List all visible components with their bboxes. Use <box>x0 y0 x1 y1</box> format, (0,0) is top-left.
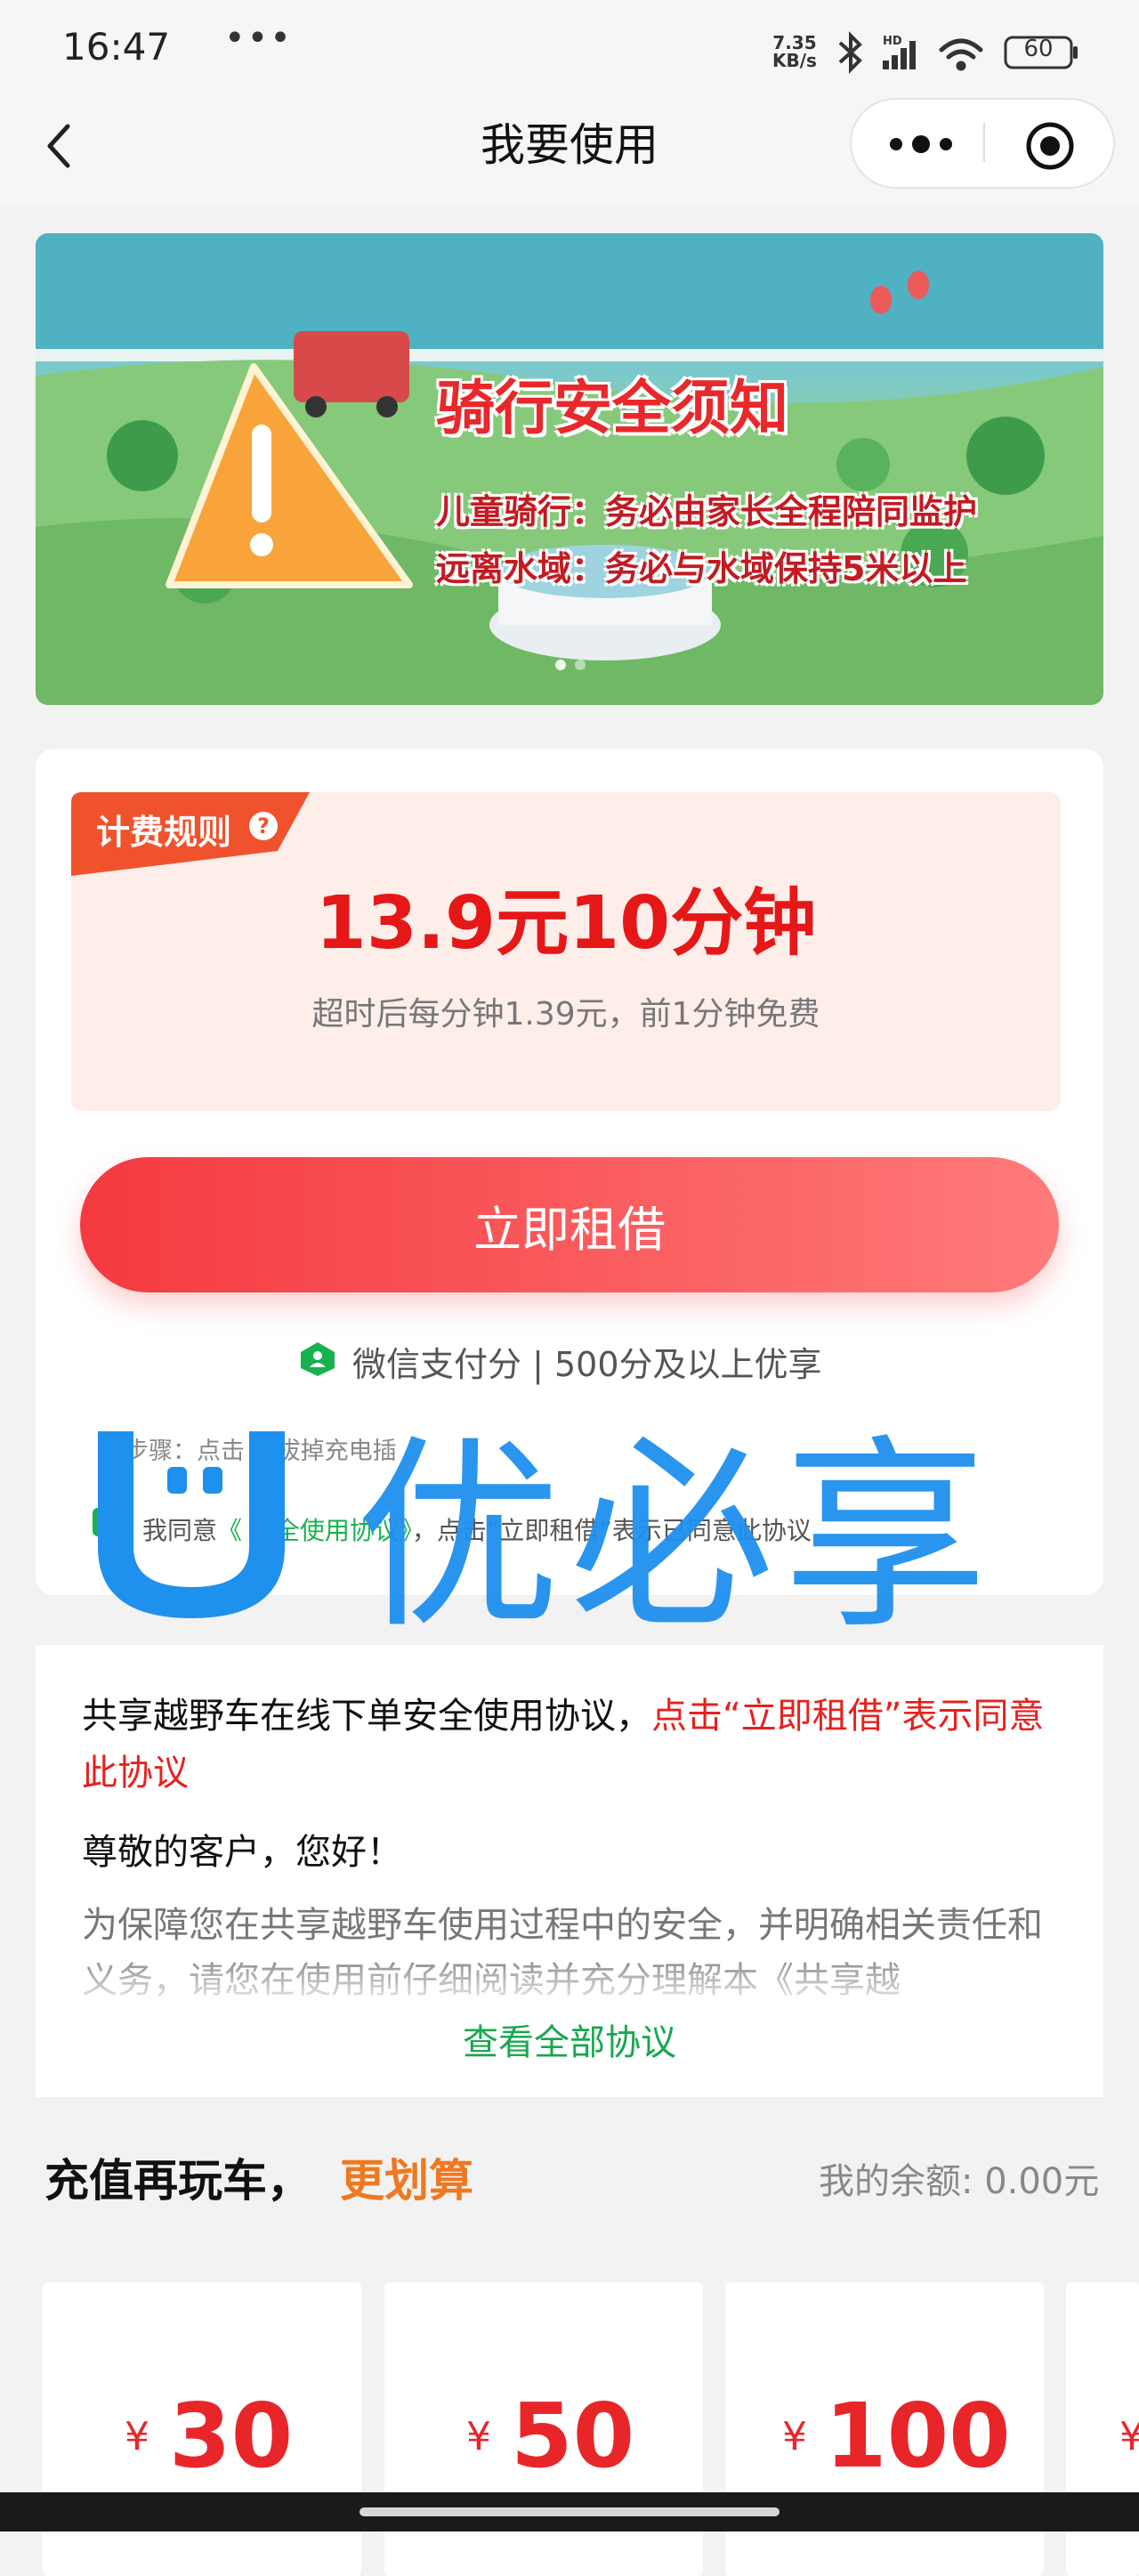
tile-currency: ¥ <box>466 2414 491 2459</box>
rent-now-button[interactable]: 立即租借 <box>80 1157 1059 1292</box>
net-speed-value: 7.35 <box>772 32 817 53</box>
recharge-tile-partial[interactable]: ¥ <box>1066 2282 1139 2576</box>
home-indicator[interactable] <box>359 2507 780 2516</box>
price-subtext: 超时后每分钟1.39元，前1分钟免费 <box>311 996 820 1033</box>
agreement-heading-black: 共享越野车在线下单安全使用协议， <box>82 1696 651 1737</box>
status-more-dots: ••• <box>224 18 293 59</box>
bluetooth-icon <box>838 31 862 74</box>
signal-icon: HD <box>883 35 916 69</box>
tile-amount: 30 <box>169 2384 294 2488</box>
tile-amount: 100 <box>825 2384 1011 2488</box>
recharge-tile-30[interactable]: ¥ 30 <box>43 2282 361 2576</box>
watermark-logo-icon <box>98 1431 285 1618</box>
watermark-text: 优必享 <box>356 1419 998 1657</box>
balance-text: 我的余额: 0.00元 <box>819 2161 1100 2202</box>
tile-currency: ¥ <box>782 2414 807 2459</box>
price-headline: 13.9元10分钟 <box>315 881 817 966</box>
recharge-accent: 更划算 <box>340 2155 473 2207</box>
banner-title: 骑行安全须知 <box>436 374 788 442</box>
banner-line-1: 儿童骑行：务必由家长全程陪同监护 <box>436 492 978 531</box>
recharge-tile-50[interactable]: ¥ 50 <box>384 2282 703 2576</box>
wechat-pay-score-icon <box>301 1342 335 1376</box>
battery-level: 60 <box>1023 36 1054 62</box>
recharge-tile-100[interactable]: ¥ 100 <box>725 2282 1044 2576</box>
target-circle-icon[interactable] <box>1023 119 1077 173</box>
agreement-heading: 共享越野车在线下单安全使用协议，点击“立即租借”表示同意此协议 <box>82 1688 1070 1802</box>
rule-tag-label[interactable]: 计费规则 <box>96 805 231 854</box>
agreement-fade <box>36 1949 1103 2012</box>
tile-currency: ¥ <box>1119 2414 1139 2459</box>
wifi-icon <box>939 38 983 71</box>
capsule-divider <box>983 123 985 162</box>
tile-amount: 50 <box>511 2384 635 2488</box>
status-time: 16:47 <box>62 25 171 69</box>
tile-currency: ¥ <box>125 2414 149 2459</box>
banner-illustration <box>36 233 1103 705</box>
recharge-title: 充值再玩车， <box>44 2155 311 2207</box>
net-speed: 7.35 KB/s <box>772 34 817 69</box>
banner-line-2: 远离水域：务必与水域保持5米以上 <box>436 549 967 588</box>
agreement-greeting: 尊敬的客户，您好！ <box>82 1832 402 1873</box>
safety-banner[interactable] <box>36 233 1103 705</box>
more-dots-icon[interactable] <box>876 119 965 169</box>
view-all-agreement-link[interactable]: 查看全部协议 <box>0 2013 1139 2065</box>
svg-text:HD: HD <box>883 35 902 48</box>
net-speed-unit: KB/s <box>772 50 817 71</box>
help-icon[interactable]: ? <box>249 812 278 840</box>
